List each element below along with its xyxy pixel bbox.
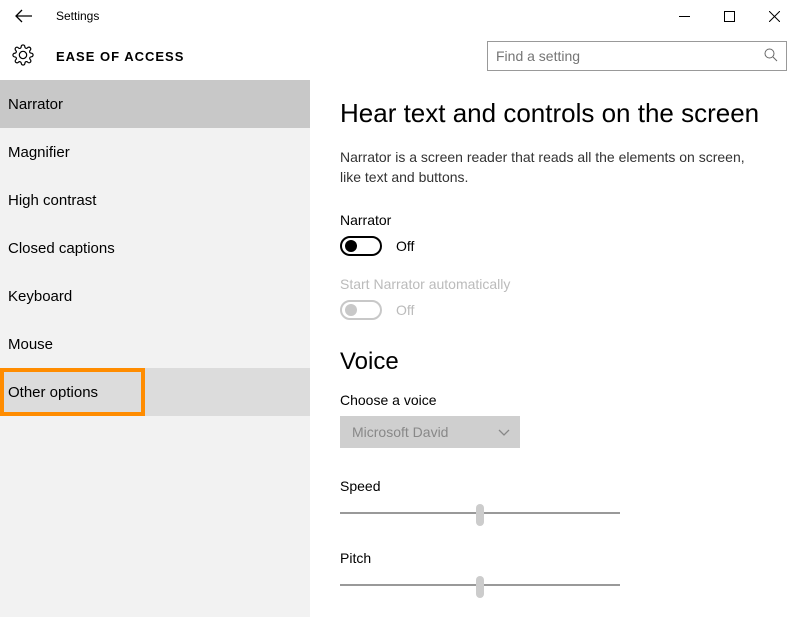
sidebar-item-label: Magnifier <box>8 144 70 161</box>
voice-dropdown: Microsoft David <box>340 416 520 448</box>
sidebar-item-label: Other options <box>8 384 98 401</box>
auto-start-toggle <box>340 300 382 320</box>
page-heading: Hear text and controls on the screen <box>340 98 767 129</box>
sidebar-item-closed-captions[interactable]: Closed captions <box>0 224 310 272</box>
slider-thumb[interactable] <box>476 504 484 526</box>
page-description: Narrator is a screen reader that reads a… <box>340 147 767 188</box>
sidebar-item-keyboard[interactable]: Keyboard <box>0 272 310 320</box>
pitch-label: Pitch <box>340 550 767 566</box>
sidebar: Narrator Magnifier High contrast Closed … <box>0 80 310 617</box>
slider-thumb[interactable] <box>476 576 484 598</box>
sidebar-item-label: Closed captions <box>8 240 115 257</box>
search-box[interactable] <box>487 41 787 71</box>
maximize-button[interactable] <box>707 0 752 32</box>
header: EASE OF ACCESS <box>0 32 797 80</box>
speed-slider[interactable] <box>340 502 620 526</box>
back-button[interactable] <box>14 6 34 26</box>
narrator-label: Narrator <box>340 212 767 228</box>
sidebar-item-magnifier[interactable]: Magnifier <box>0 128 310 176</box>
window-controls <box>662 0 797 32</box>
section-title: EASE OF ACCESS <box>56 49 184 64</box>
voice-selected: Microsoft David <box>352 424 448 440</box>
sidebar-item-other-options[interactable]: Other options <box>0 368 310 416</box>
search-icon <box>764 48 778 65</box>
sidebar-item-narrator[interactable]: Narrator <box>0 80 310 128</box>
sidebar-item-mouse[interactable]: Mouse <box>0 320 310 368</box>
app-title: Settings <box>56 9 99 23</box>
pitch-slider[interactable] <box>340 574 620 598</box>
titlebar: Settings <box>0 0 797 32</box>
sidebar-item-high-contrast[interactable]: High contrast <box>0 176 310 224</box>
auto-start-toggle-state: Off <box>396 302 414 318</box>
chevron-down-icon <box>498 426 510 442</box>
minimize-button[interactable] <box>662 0 707 32</box>
content-panel: Hear text and controls on the screen Nar… <box>310 80 797 617</box>
sidebar-item-label: Narrator <box>8 96 63 113</box>
voice-heading: Voice <box>340 348 767 376</box>
sidebar-item-label: High contrast <box>8 192 96 209</box>
sidebar-item-label: Mouse <box>8 336 53 353</box>
narrator-toggle-state: Off <box>396 238 414 254</box>
narrator-toggle[interactable] <box>340 236 382 256</box>
auto-start-label: Start Narrator automatically <box>340 276 767 292</box>
gear-icon <box>12 44 34 69</box>
search-input[interactable] <box>496 48 764 64</box>
sidebar-item-label: Keyboard <box>8 288 72 305</box>
speed-label: Speed <box>340 478 767 494</box>
close-button[interactable] <box>752 0 797 32</box>
choose-voice-label: Choose a voice <box>340 392 767 408</box>
